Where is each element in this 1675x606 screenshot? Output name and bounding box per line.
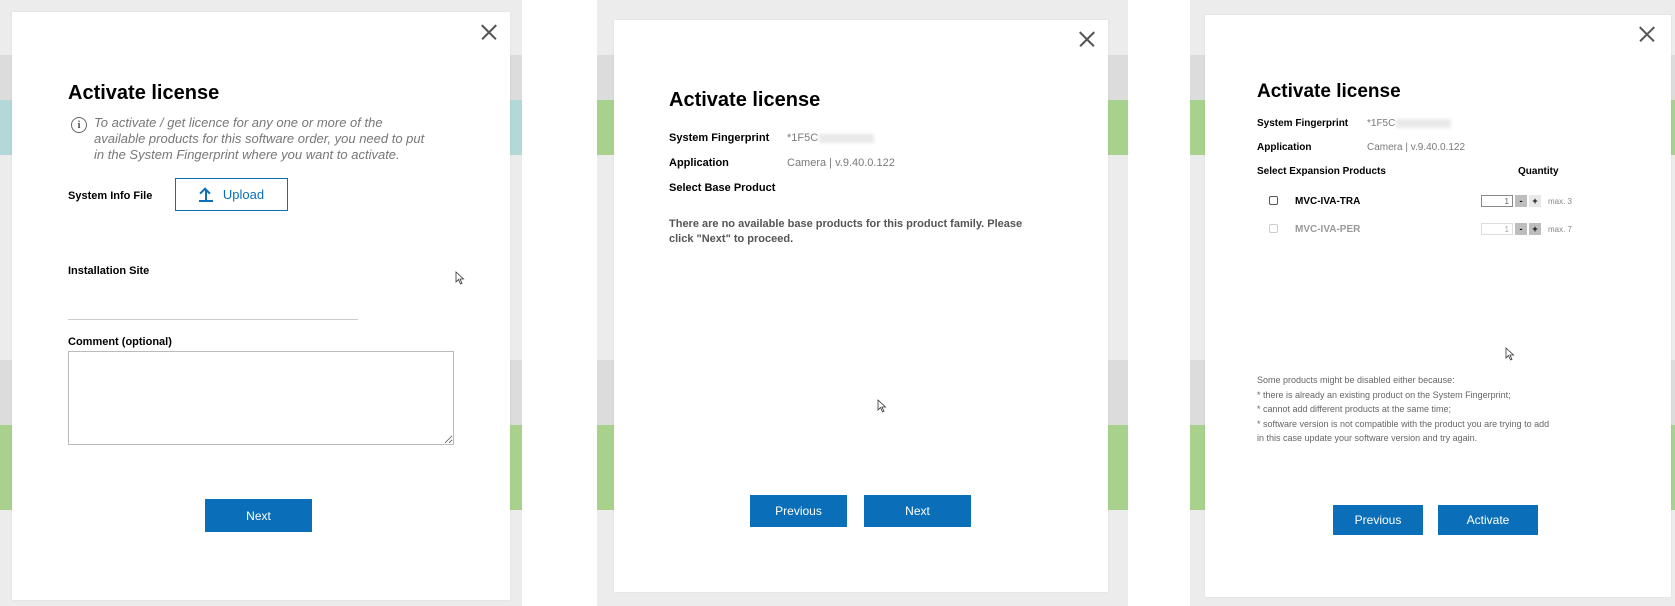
fingerprint-value: *1F5C xyxy=(1367,118,1452,129)
product-name: MVC-IVA-PER xyxy=(1295,224,1361,235)
next-button[interactable]: Next xyxy=(864,495,971,527)
info-icon: i xyxy=(71,117,87,133)
activate-license-dialog-step1: Activate license i To activate / get lic… xyxy=(12,12,510,600)
disclaimer-line: * cannot add different products at the s… xyxy=(1257,404,1451,414)
dialog-title: Activate license xyxy=(1257,81,1401,102)
quantity-header: Quantity xyxy=(1518,166,1559,177)
disclaimer-line: Some products might be disabled either b… xyxy=(1257,375,1455,385)
quantity-input[interactable] xyxy=(1481,195,1513,207)
application-label: Application xyxy=(669,157,729,169)
fingerprint-label: System Fingerprint xyxy=(669,132,770,144)
info-text: To activate / get licence for any one or… xyxy=(94,115,425,162)
upload-icon xyxy=(198,188,213,202)
application-label: Application xyxy=(1257,142,1312,153)
max-quantity: max. 3 xyxy=(1548,197,1573,206)
upload-label: Upload xyxy=(222,187,265,202)
close-icon[interactable] xyxy=(1076,28,1098,50)
installation-site-input[interactable] xyxy=(68,299,358,320)
comment-textarea[interactable] xyxy=(68,351,454,445)
quantity-increment-button[interactable]: + xyxy=(1529,195,1541,207)
fingerprint-label: System Fingerprint xyxy=(1257,118,1349,129)
dialog-title: Activate license xyxy=(68,82,220,104)
base-product-label: Select Base Product xyxy=(669,182,776,194)
comment-label: Comment (optional) xyxy=(68,336,172,348)
previous-button[interactable]: Previous xyxy=(750,495,847,527)
disclaimer-line: * software version is not compatible wit… xyxy=(1257,418,1550,429)
next-button[interactable]: Next xyxy=(205,499,312,532)
quantity-increment-button[interactable]: + xyxy=(1529,223,1541,235)
product-name: MVC-IVA-TRA xyxy=(1295,196,1361,207)
close-icon[interactable] xyxy=(1636,23,1658,45)
max-quantity: max. 7 xyxy=(1548,225,1573,234)
mouse-cursor-icon xyxy=(1505,347,1515,361)
quantity-decrement-button[interactable]: - xyxy=(1515,223,1527,235)
disabled-products-disclaimer: Some products might be disabled either b… xyxy=(1257,373,1549,446)
activate-button[interactable]: Activate xyxy=(1438,505,1538,535)
mouse-cursor-icon xyxy=(455,271,465,285)
upload-button[interactable]: Upload xyxy=(175,178,288,211)
activate-license-dialog-step2: Activate license System Fingerprint *1F5… xyxy=(614,20,1108,592)
activate-license-dialog-step3: Activate license System Fingerprint *1F5… xyxy=(1205,15,1671,597)
close-icon[interactable] xyxy=(478,21,500,43)
disclaimer-line: in this case update your software versio… xyxy=(1257,433,1478,443)
quantity-decrement-button[interactable]: - xyxy=(1515,195,1527,207)
dialog-title: Activate license xyxy=(669,89,821,111)
product-checkbox[interactable] xyxy=(1269,196,1278,205)
product-checkbox[interactable] xyxy=(1269,224,1278,233)
installation-site-label: Installation Site xyxy=(68,265,150,277)
application-value: Camera | v.9.40.0.122 xyxy=(1367,142,1466,153)
quantity-input[interactable] xyxy=(1481,223,1513,235)
info-message: i To activate / get licence for any one … xyxy=(71,115,434,163)
mouse-cursor-icon xyxy=(877,399,887,413)
system-info-file-label: System Info File xyxy=(68,190,153,202)
previous-button[interactable]: Previous xyxy=(1333,505,1423,535)
application-value: Camera | v.9.40.0.122 xyxy=(787,157,895,169)
expansion-products-label: Select Expansion Products xyxy=(1257,166,1386,177)
fingerprint-value: *1F5C xyxy=(787,132,875,144)
no-base-products-notice: There are no available base products for… xyxy=(669,218,1023,245)
disclaimer-line: * there is already an existing product o… xyxy=(1257,389,1511,400)
